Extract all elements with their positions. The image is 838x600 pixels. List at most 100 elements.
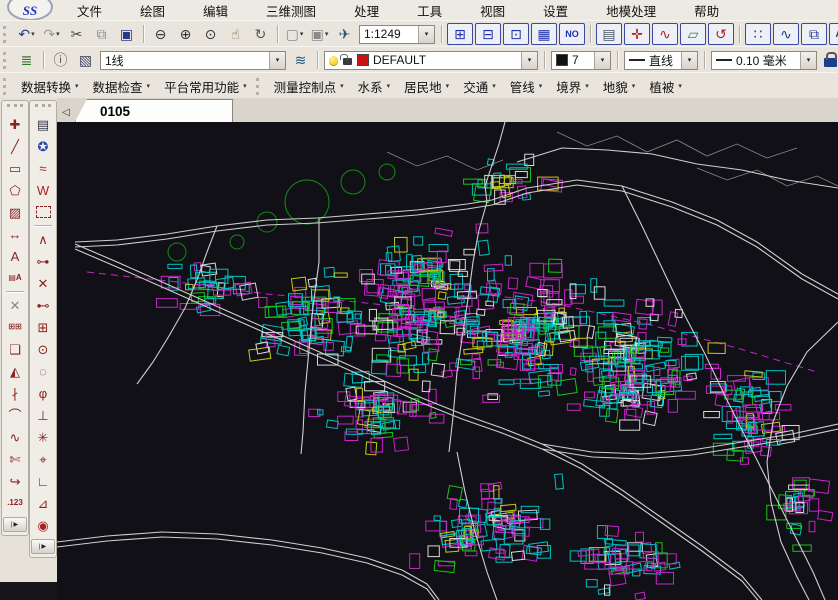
zoom-window-button[interactable]: ⊙ <box>198 23 223 45</box>
water-system-menu[interactable]: 水系▾ <box>351 74 398 99</box>
closed-loop-button[interactable]: ↺ <box>708 23 734 45</box>
linetype-combo[interactable]: 直线▾ <box>624 51 698 70</box>
erase-tool[interactable]: ✕ <box>4 294 26 316</box>
path-node-tool[interactable]: ∧ <box>32 228 54 250</box>
lock-objects-button[interactable] <box>824 58 837 67</box>
tab-scroll-left-icon[interactable]: ◁ <box>57 102 75 122</box>
scatter-points-button[interactable]: ∷ <box>745 23 771 45</box>
palette-grip[interactable] <box>7 104 23 110</box>
help-menu[interactable]: 帮助 <box>675 0 738 22</box>
copy-object-tool[interactable]: ❏ <box>4 338 26 360</box>
traffic-menu[interactable]: 交通▾ <box>456 74 503 99</box>
process-menu[interactable]: 处理 <box>335 0 398 22</box>
break-line-tool[interactable]: ∤ <box>4 382 26 404</box>
coordinate-axis-tool[interactable]: ∟ <box>32 470 54 492</box>
copy-button[interactable]: ⧉ <box>89 23 114 45</box>
toolbar-grip[interactable] <box>3 26 10 43</box>
color-combo[interactable]: 7▾ <box>551 51 611 70</box>
number-label-tool[interactable]: .123 <box>4 492 26 514</box>
join-objects-tool[interactable]: ⊞⊞ <box>4 316 26 338</box>
tile-windows-button[interactable]: ⊞ <box>447 23 473 45</box>
draw-rectangle-tool[interactable]: ▭ <box>4 157 26 179</box>
dashed-circle-tool[interactable]: ◌ <box>32 360 54 382</box>
area-object-button[interactable]: ▱ <box>680 23 706 45</box>
text-annotation-button[interactable]: AB <box>829 23 838 45</box>
map-canvas[interactable] <box>57 122 838 600</box>
color-combo-dropdown-icon[interactable]: ▾ <box>594 52 610 69</box>
segment-dots-tool[interactable]: ⊶ <box>32 250 54 272</box>
contour-line-button[interactable]: ∿ <box>773 23 799 45</box>
draw-text-tool[interactable]: A <box>4 245 26 267</box>
3d-mapping-menu[interactable]: 三维测图 <box>247 0 335 22</box>
tools-menu[interactable]: 工具 <box>398 0 461 22</box>
target-gear-tool[interactable]: ◉ <box>32 514 54 536</box>
draw-menu[interactable]: 绘图 <box>121 0 184 22</box>
landform-menu[interactable]: 地貌▾ <box>596 74 643 99</box>
palette-grip[interactable] <box>35 104 51 110</box>
selection-box-tool[interactable] <box>32 201 54 223</box>
clip-box-tool[interactable]: ✄ <box>4 448 26 470</box>
toolbar-expand-button[interactable]: |▶ <box>3 517 27 532</box>
named-views-dropdown[interactable]: ▢▾ <box>282 23 307 45</box>
circle-center-tool[interactable]: ⊙ <box>32 338 54 360</box>
entity-info-button[interactable]: ⓘ <box>48 49 73 71</box>
edit-menu[interactable]: 编辑 <box>184 0 247 22</box>
curve-tool[interactable]: ∿ <box>4 426 26 448</box>
toolbar-grip[interactable] <box>256 78 263 95</box>
lineweight-combo[interactable]: 0.10 毫米▾ <box>711 51 817 70</box>
file-menu[interactable]: 文件 <box>58 0 121 22</box>
lineweight-combo-dropdown-icon[interactable]: ▾ <box>800 52 816 69</box>
segment-dots2-tool[interactable]: ⊷ <box>32 294 54 316</box>
perpendicular-point-tool[interactable]: ⊥ <box>32 404 54 426</box>
control-points-menu[interactable]: 测量控制点▾ <box>267 74 351 99</box>
mirror-tool[interactable]: ◭ <box>4 360 26 382</box>
symbol-library-tool[interactable]: ✪ <box>32 135 54 157</box>
block-layout-button[interactable]: ⧉ <box>801 23 827 45</box>
arc-tool[interactable]: ⌒ <box>4 404 26 426</box>
layer-preview-button[interactable]: ▧ <box>73 49 98 71</box>
no-mode-button[interactable]: NO <box>559 23 585 45</box>
star-point-tool[interactable]: ✳ <box>32 426 54 448</box>
rotate-view-button[interactable]: ↻ <box>248 23 273 45</box>
settings-menu[interactable]: 设置 <box>524 0 587 22</box>
data-convert-menu[interactable]: 数据转换▾ <box>14 74 86 99</box>
text-style-tool[interactable]: ▤A <box>4 267 26 289</box>
draw-point-tool[interactable]: ✚ <box>4 113 26 135</box>
draw-line-tool[interactable]: ╱ <box>4 135 26 157</box>
map-frame-button[interactable]: ▤ <box>596 23 622 45</box>
pipeline-menu[interactable]: 管线▾ <box>503 74 550 99</box>
coordinate-k-tool[interactable]: ⊿ <box>32 492 54 514</box>
toolbar-grip[interactable] <box>3 52 10 69</box>
draw-polygon-tool[interactable]: ⬠ <box>4 179 26 201</box>
residential-menu[interactable]: 居民地▾ <box>397 74 456 99</box>
layer-states-button[interactable]: ≋ <box>288 49 313 71</box>
w-symbol-tool[interactable]: W <box>32 179 54 201</box>
section-line-button[interactable]: ∿ <box>652 23 678 45</box>
platform-functions-menu[interactable]: 平台常用功能▾ <box>157 74 254 99</box>
station-point-button[interactable]: ✛ <box>624 23 650 45</box>
undo-button[interactable]: ↶▾ <box>14 23 39 45</box>
drawing-tab-0105[interactable]: 0105 <box>75 99 233 122</box>
single-window-button[interactable]: ⊡ <box>503 23 529 45</box>
style-combo[interactable]: DEFAULT▾ <box>324 51 538 70</box>
fly-mode-button[interactable]: ✈ <box>332 23 357 45</box>
lasso-circle-tool[interactable]: φ <box>32 382 54 404</box>
layer-combo[interactable]: 1线▾ <box>100 51 286 70</box>
draw-hatch-tool[interactable]: ▨ <box>4 201 26 223</box>
boundary-menu[interactable]: 境界▾ <box>549 74 596 99</box>
redo-button[interactable]: ↷▾ <box>39 23 64 45</box>
cross-node-tool[interactable]: ✕ <box>32 272 54 294</box>
cascade-windows-button[interactable]: ⊟ <box>475 23 501 45</box>
toolbar-expand-button[interactable]: |▶ <box>31 539 55 554</box>
grid-point-tool[interactable]: ⊞ <box>32 316 54 338</box>
terrain-model-menu[interactable]: 地模处理 <box>587 0 675 22</box>
style-combo-dropdown-icon[interactable]: ▾ <box>521 52 537 69</box>
cut-button[interactable]: ✂ <box>64 23 89 45</box>
vegetation-menu[interactable]: 植被▾ <box>642 74 689 99</box>
scale-combo[interactable]: 1:1249▾ <box>359 25 435 44</box>
scale-combo-dropdown-icon[interactable]: ▾ <box>418 26 434 43</box>
paste-button[interactable]: ▣ <box>114 23 139 45</box>
dimension-tool[interactable]: ↔ <box>4 223 26 245</box>
zoom-in-button[interactable]: ⊕ <box>173 23 198 45</box>
grid-display-button[interactable]: ▦ <box>531 23 557 45</box>
